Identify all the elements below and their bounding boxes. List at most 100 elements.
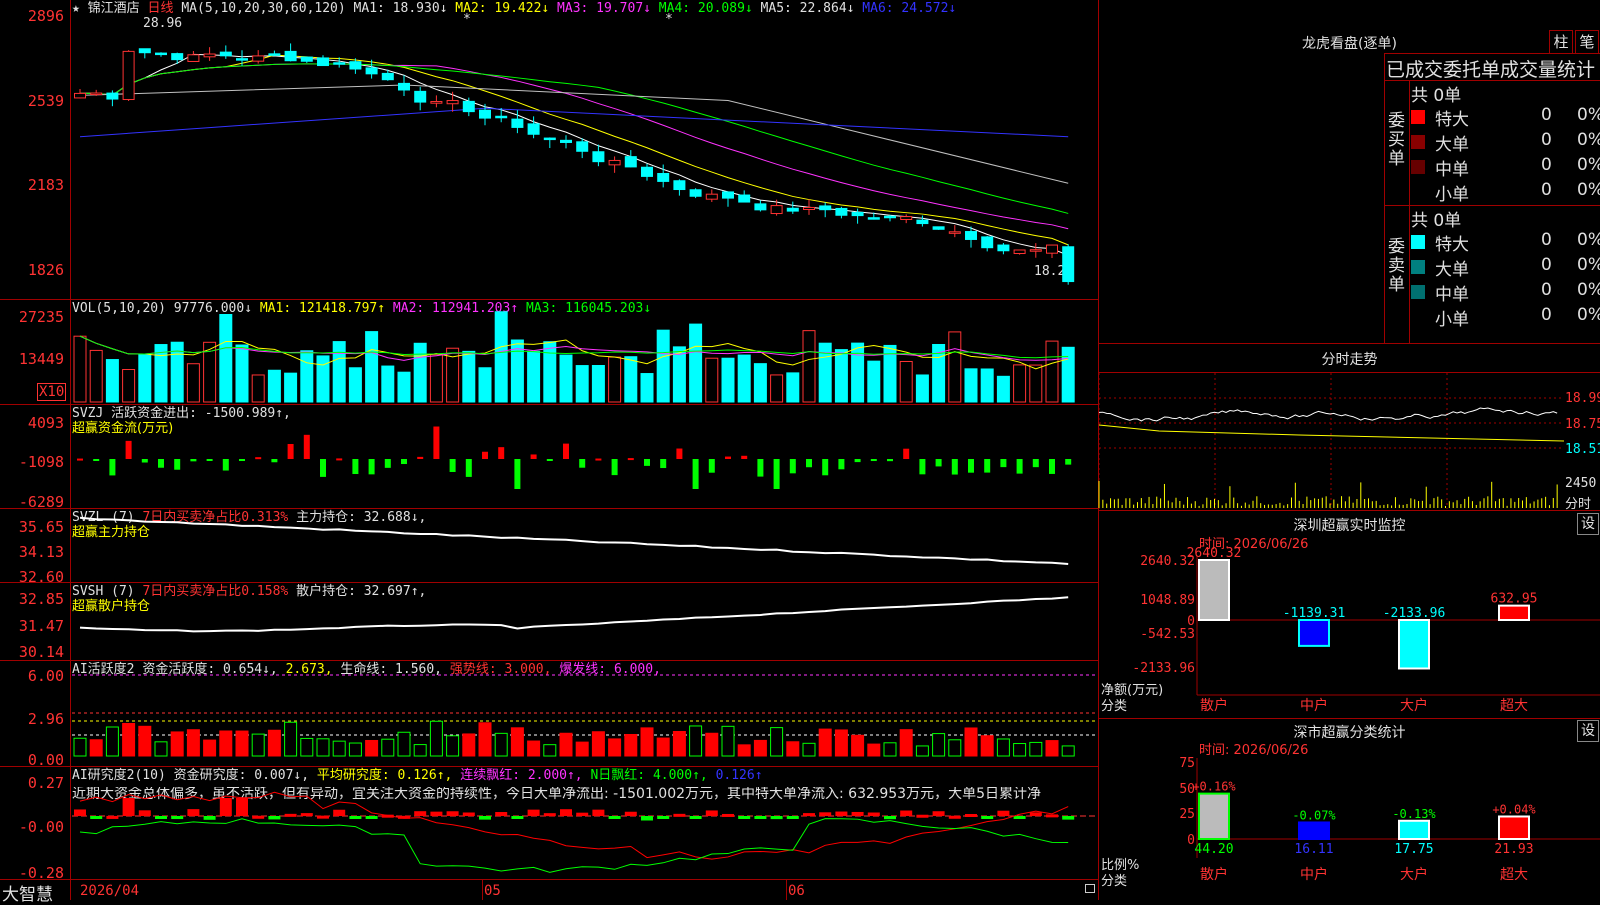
svsh-chart[interactable] xyxy=(0,582,1098,660)
volume-bar xyxy=(640,373,654,403)
ai1-bar xyxy=(1045,740,1059,757)
ai1-bar xyxy=(235,730,249,757)
candle-body xyxy=(155,52,167,56)
ai1-bar xyxy=(721,725,735,757)
candle-body xyxy=(560,139,572,143)
volume-bar xyxy=(802,330,816,403)
ai2-bar xyxy=(414,811,427,816)
svzj-bar xyxy=(514,459,521,489)
volume-bar xyxy=(753,363,767,403)
volume-chart[interactable] xyxy=(0,299,1098,404)
svzj-bar xyxy=(1049,459,1055,474)
ai1-bar xyxy=(980,735,994,757)
monitor-category: 中户 xyxy=(1300,697,1328,714)
candle-body xyxy=(754,203,767,211)
svzj-bar xyxy=(741,455,748,459)
volume-bar xyxy=(186,363,200,403)
ai2-bar xyxy=(657,816,670,819)
ai2-bar xyxy=(236,798,248,816)
svzj-bar xyxy=(806,459,812,468)
ai2-bar xyxy=(624,811,637,816)
svzj-bar xyxy=(158,459,164,468)
volume-bar xyxy=(429,354,443,403)
ai1-bar xyxy=(640,727,654,757)
ai2-bar xyxy=(462,812,475,816)
ai1-bar xyxy=(1029,741,1043,757)
ai2-bar xyxy=(803,813,815,817)
volume-bar xyxy=(494,311,508,403)
svzl-chart[interactable] xyxy=(0,508,1098,582)
candle-body xyxy=(1046,244,1058,254)
sz-monitor-chart[interactable]: 2640.321048.890-542.53-2133.962640.32散户-… xyxy=(1099,510,1600,714)
svzj-bar xyxy=(271,459,278,463)
candle-body xyxy=(171,53,184,61)
intraday-chart[interactable] xyxy=(1098,373,1565,509)
candlestick-chart[interactable] xyxy=(0,0,1098,300)
divider xyxy=(1099,343,1600,344)
tick-mode-button[interactable]: 笔 xyxy=(1575,30,1599,54)
sz-stats-chart[interactable]: 7550250+0.16%44.20散户-0.07%16.11中户-0.13%1… xyxy=(1099,718,1600,900)
ai1-bar xyxy=(899,729,913,757)
buy-row-percent: 0% xyxy=(1577,130,1600,150)
sell-row-percent: 0% xyxy=(1577,255,1600,275)
svzj-bar xyxy=(1032,459,1039,468)
stats-category: 超大 xyxy=(1500,867,1528,883)
sell-row-volume: 0 xyxy=(1541,305,1552,325)
buy-row-percent: 0% xyxy=(1577,180,1600,200)
volume-bar xyxy=(284,372,298,403)
ai1-bar xyxy=(608,738,622,757)
candle-body xyxy=(511,118,524,128)
ai1-bar xyxy=(251,733,265,757)
ai1-chart[interactable] xyxy=(0,660,1098,766)
candle-body xyxy=(657,173,670,182)
monitor-bar xyxy=(1198,559,1230,621)
buy-row-percent: 0% xyxy=(1577,105,1600,125)
monitor-bar xyxy=(1298,619,1330,647)
volume-bar xyxy=(996,375,1010,403)
bar-mode-button[interactable]: 柱 xyxy=(1549,30,1573,54)
monitor-bar xyxy=(1498,604,1530,621)
svzj-bar xyxy=(239,459,245,461)
svzj-bar xyxy=(595,458,602,461)
ai1-bar xyxy=(883,742,897,757)
color-swatch xyxy=(1411,135,1425,149)
stats-pct-label: -0.07% xyxy=(1292,808,1336,822)
sell-row-volume: 0 xyxy=(1541,280,1552,300)
svzj-bar xyxy=(1065,459,1072,465)
color-swatch xyxy=(1411,235,1425,249)
svzj-bar xyxy=(465,459,472,477)
volume-bar xyxy=(608,356,622,403)
longhu-title: 龙虎看盘(逐单) xyxy=(1302,36,1397,52)
candle-body xyxy=(1062,246,1075,283)
volume-bar xyxy=(899,360,913,403)
color-swatch xyxy=(1411,110,1425,124)
monitor-bar-label: -2133.96 xyxy=(1383,606,1446,621)
candle-body xyxy=(187,54,200,62)
ai2-bar xyxy=(965,814,977,818)
ai1-bar xyxy=(915,745,929,757)
candle-body xyxy=(997,244,1010,252)
lock-icon[interactable] xyxy=(1085,884,1095,893)
candle-body xyxy=(284,50,297,62)
svzj-bar xyxy=(222,459,229,471)
volume-bar xyxy=(689,323,703,403)
svzj-chart[interactable] xyxy=(0,404,1098,508)
sell-row-name: 小单 xyxy=(1435,310,1469,330)
candle-body xyxy=(819,205,832,211)
volume-bar xyxy=(705,357,719,403)
candle-body xyxy=(236,58,248,61)
ai1-bar xyxy=(381,738,395,757)
monitor-bar-label: 632.95 xyxy=(1491,592,1538,607)
candle-body xyxy=(90,92,103,96)
svzj-bar xyxy=(919,459,926,475)
ai2-bar xyxy=(1062,816,1075,820)
volume-bar xyxy=(834,349,848,403)
candle-body xyxy=(786,207,799,212)
ai2-bar xyxy=(252,815,265,819)
ai1-bar xyxy=(818,728,832,757)
candle-body xyxy=(770,205,783,215)
svzj-bar xyxy=(563,443,569,459)
main-chart-area[interactable]: 2896 2539 2183 1826 ★ 锦江酒店 日线 MA(5,10,20… xyxy=(0,0,1100,905)
svzj-bar xyxy=(530,454,537,459)
ai2-chart[interactable] xyxy=(0,766,1098,879)
